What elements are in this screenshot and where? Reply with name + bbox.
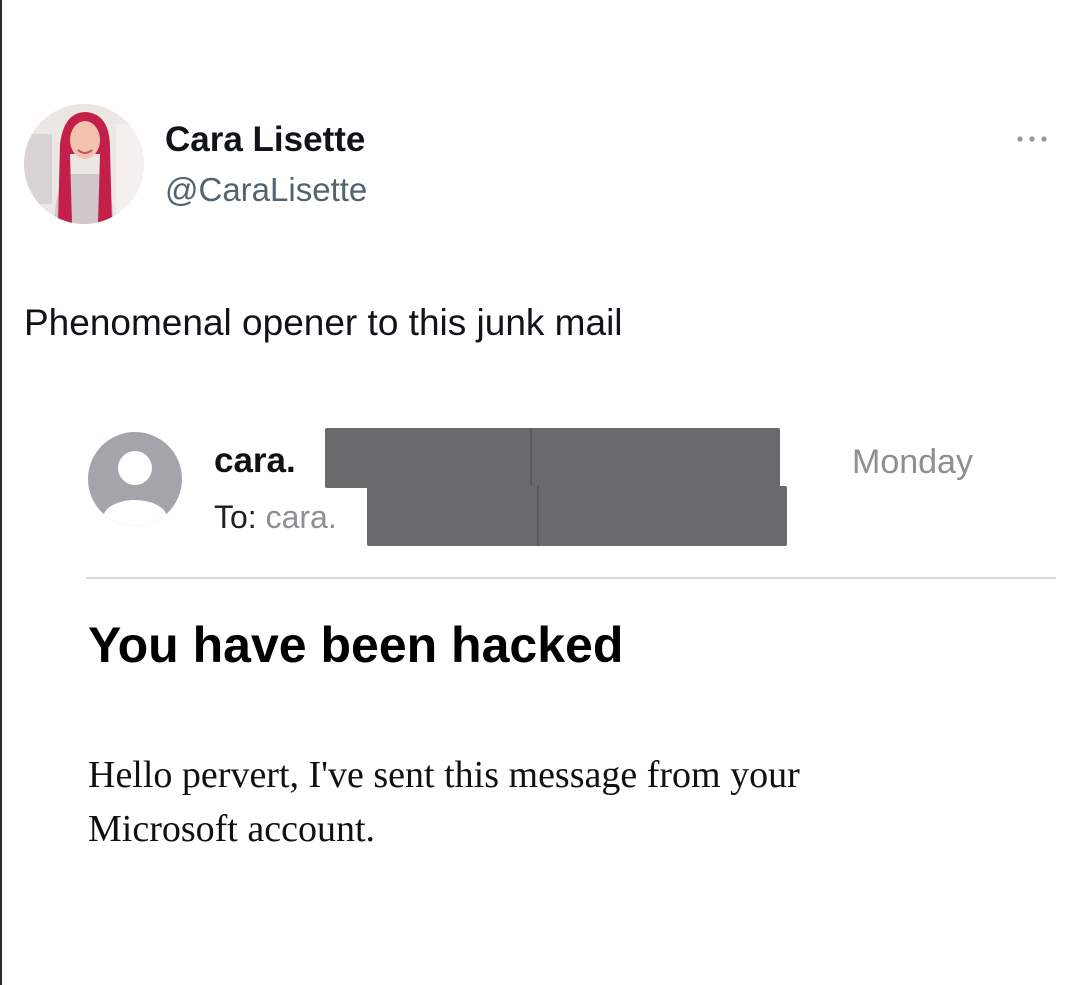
email-recipient-row: To: cara. (214, 497, 337, 537)
header-divider (86, 577, 1056, 579)
left-edge-border (0, 0, 2, 985)
email-body-line: Hello pervert, I've sent this message fr… (88, 754, 800, 796)
person-icon (86, 430, 184, 528)
author-avatar[interactable] (24, 104, 144, 224)
email-date: Monday (852, 443, 973, 481)
to-value: cara. (265, 499, 337, 535)
author-display-name[interactable]: Cara Lisette (165, 120, 365, 160)
tweet-text: Phenomenal opener to this junk mail (24, 302, 623, 343)
email-sender: cara. (214, 441, 296, 480)
email-body: Hello pervert, I've sent this message fr… (88, 748, 988, 856)
author-handle[interactable]: @CaraLisette (165, 170, 367, 210)
profile-photo-icon (24, 104, 144, 224)
to-label: To: (214, 499, 257, 535)
redaction-bar-recipient (367, 486, 787, 546)
email-body-line: Microsoft account. (88, 808, 376, 850)
more-horizontal-icon[interactable] (1014, 132, 1050, 144)
email-subject: You have been hacked (88, 617, 624, 673)
redaction-bar-sender (325, 428, 780, 488)
